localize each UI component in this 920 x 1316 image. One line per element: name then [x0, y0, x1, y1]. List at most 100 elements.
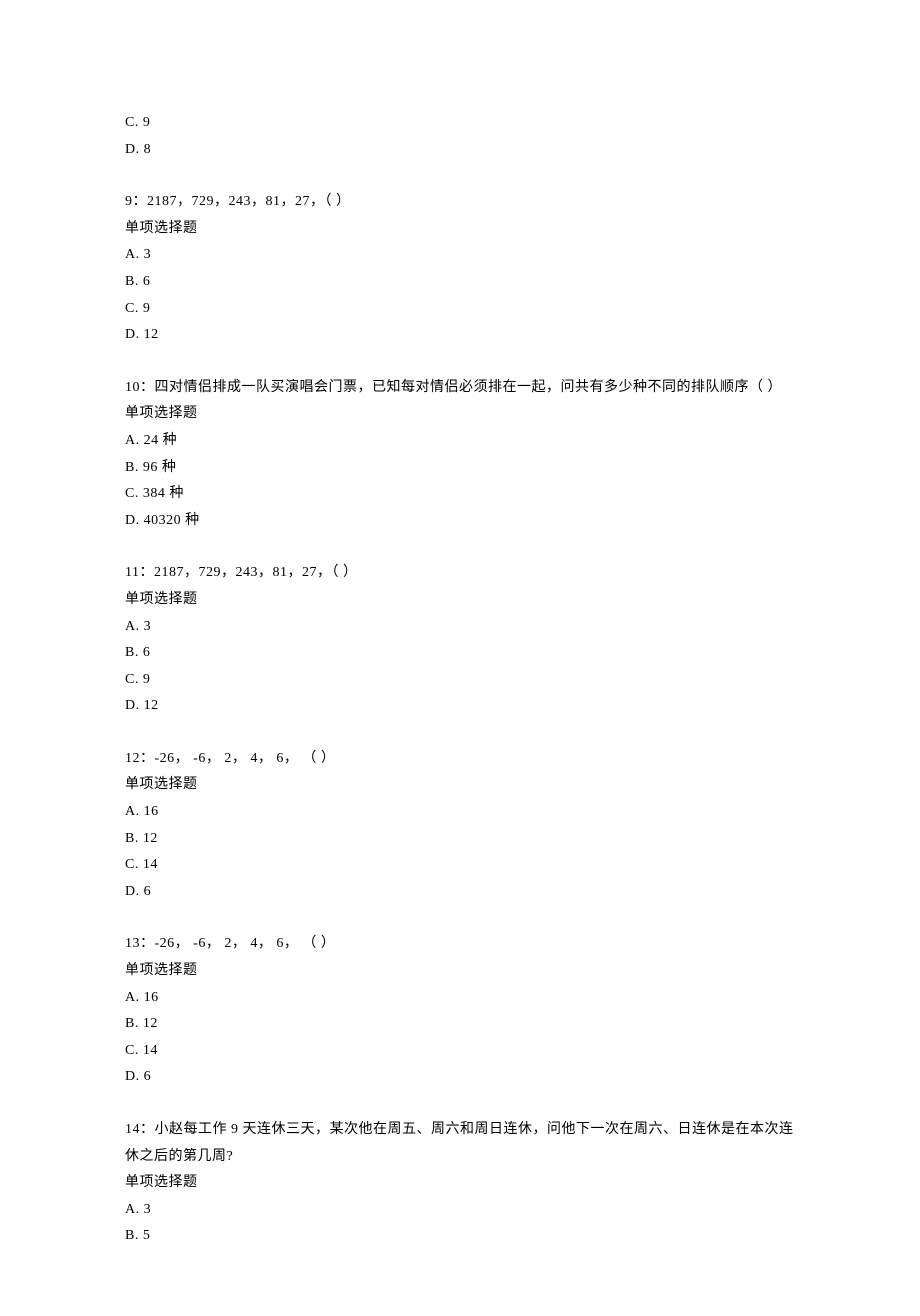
- option-text: 9: [143, 115, 151, 130]
- option-label: A.: [125, 619, 140, 634]
- option-row: A. 3: [125, 242, 795, 269]
- option-row: A. 16: [125, 985, 795, 1012]
- option-text: 6: [144, 884, 152, 899]
- question-text: -26， -6， 2， 4， 6， （ ）: [155, 751, 336, 766]
- option-text: 12: [143, 1016, 158, 1031]
- option-label: D.: [125, 513, 140, 528]
- question-block: 11：2187，729，243，81，27，（ ）单项选择题A. 3B. 6C.…: [125, 560, 795, 720]
- option-label: B.: [125, 645, 139, 660]
- question-number: 11：: [125, 565, 154, 580]
- option-label: A.: [125, 1202, 140, 1217]
- option-text: 12: [143, 831, 158, 846]
- option-text: 3: [144, 619, 152, 634]
- option-text: 96 种: [143, 460, 177, 475]
- question-number: 10：: [125, 380, 155, 395]
- option-row: A. 3: [125, 1197, 795, 1224]
- option-row: A. 16: [125, 799, 795, 826]
- option-text: 9: [143, 672, 151, 687]
- page-container: C. 9 D. 8 9：2187，729，243，81，27，（ ）单项选择题A…: [0, 0, 920, 1316]
- option-label: B.: [125, 831, 139, 846]
- question-block: 12：-26， -6， 2， 4， 6， （ ）单项选择题A. 16B. 12C…: [125, 746, 795, 906]
- option-text: 24 种: [144, 433, 178, 448]
- option-label: A.: [125, 990, 140, 1005]
- option-label: C.: [125, 1043, 139, 1058]
- option-text: 6: [143, 274, 151, 289]
- option-text: 6: [143, 645, 151, 660]
- option-row: B. 96 种: [125, 455, 795, 482]
- option-row: D. 40320 种: [125, 508, 795, 535]
- question-8-tail: C. 9 D. 8: [125, 110, 795, 163]
- question-type: 单项选择题: [125, 772, 795, 799]
- option-text: 384 种: [143, 486, 184, 501]
- option-text: 16: [144, 990, 159, 1005]
- option-label: D.: [125, 142, 140, 157]
- option-row: D. 12: [125, 693, 795, 720]
- question-number: 14：: [125, 1122, 155, 1137]
- option-label: C.: [125, 672, 139, 687]
- question-stem: 10：四对情侣排成一队买演唱会门票，已知每对情侣必须排在一起，问共有多少种不同的…: [125, 375, 795, 402]
- question-text: 2187，729，243，81，27，（ ）: [147, 194, 351, 209]
- option-row: D. 8: [125, 137, 795, 164]
- option-text: 40320 种: [144, 513, 200, 528]
- option-text: 12: [144, 327, 159, 342]
- question-number: 9：: [125, 194, 147, 209]
- option-label: D.: [125, 327, 140, 342]
- question-stem: 11：2187，729，243，81，27，（ ）: [125, 560, 795, 587]
- option-row: C. 14: [125, 1038, 795, 1065]
- question-block: 13：-26， -6， 2， 4， 6， （ ）单项选择题A. 16B. 12C…: [125, 931, 795, 1091]
- question-type: 单项选择题: [125, 587, 795, 614]
- option-text: 9: [143, 301, 151, 316]
- option-row: A. 3: [125, 614, 795, 641]
- option-text: 14: [143, 857, 158, 872]
- option-row: B. 12: [125, 826, 795, 853]
- option-label: B.: [125, 1228, 139, 1243]
- option-row: B. 12: [125, 1011, 795, 1038]
- option-label: B.: [125, 1016, 139, 1031]
- option-text: 14: [143, 1043, 158, 1058]
- option-row: D. 12: [125, 322, 795, 349]
- option-row: C. 9: [125, 110, 795, 137]
- question-type: 单项选择题: [125, 216, 795, 243]
- option-label: C.: [125, 486, 139, 501]
- question-block: 14：小赵每工作 9 天连休三天，某次他在周五、周六和周日连休，问他下一次在周六…: [125, 1117, 795, 1250]
- question-text: 2187，729，243，81，27，（ ）: [154, 565, 358, 580]
- question-stem: 9：2187，729，243，81，27，（ ）: [125, 189, 795, 216]
- option-label: D.: [125, 698, 140, 713]
- option-row: C. 14: [125, 852, 795, 879]
- question-type: 单项选择题: [125, 958, 795, 985]
- option-row: C. 384 种: [125, 481, 795, 508]
- question-block: 10：四对情侣排成一队买演唱会门票，已知每对情侣必须排在一起，问共有多少种不同的…: [125, 375, 795, 535]
- option-row: B. 6: [125, 640, 795, 667]
- option-text: 8: [144, 142, 152, 157]
- question-stem: 12：-26， -6， 2， 4， 6， （ ）: [125, 746, 795, 773]
- question-type: 单项选择题: [125, 401, 795, 428]
- option-text: 3: [144, 247, 152, 262]
- option-text: 5: [143, 1228, 151, 1243]
- option-label: A.: [125, 804, 140, 819]
- option-text: 16: [144, 804, 159, 819]
- option-row: B. 5: [125, 1223, 795, 1250]
- option-row: C. 9: [125, 296, 795, 323]
- question-type: 单项选择题: [125, 1170, 795, 1197]
- option-label: A.: [125, 247, 140, 262]
- option-label: C.: [125, 115, 139, 130]
- option-row: A. 24 种: [125, 428, 795, 455]
- option-row: C. 9: [125, 667, 795, 694]
- option-text: 12: [144, 698, 159, 713]
- question-number: 12：: [125, 751, 155, 766]
- question-text: -26， -6， 2， 4， 6， （ ）: [155, 936, 336, 951]
- question-number: 13：: [125, 936, 155, 951]
- question-stem: 14：小赵每工作 9 天连休三天，某次他在周五、周六和周日连休，问他下一次在周六…: [125, 1117, 795, 1170]
- option-row: D. 6: [125, 1064, 795, 1091]
- question-block: 9：2187，729，243，81，27，（ ）单项选择题A. 3B. 6C. …: [125, 189, 795, 349]
- option-label: B.: [125, 460, 139, 475]
- option-row: B. 6: [125, 269, 795, 296]
- option-text: 3: [144, 1202, 152, 1217]
- question-stem: 13：-26， -6， 2， 4， 6， （ ）: [125, 931, 795, 958]
- option-row: D. 6: [125, 879, 795, 906]
- option-text: 6: [144, 1069, 152, 1084]
- question-text: 四对情侣排成一队买演唱会门票，已知每对情侣必须排在一起，问共有多少种不同的排队顺…: [155, 380, 783, 395]
- option-label: D.: [125, 884, 140, 899]
- option-label: A.: [125, 433, 140, 448]
- option-label: C.: [125, 857, 139, 872]
